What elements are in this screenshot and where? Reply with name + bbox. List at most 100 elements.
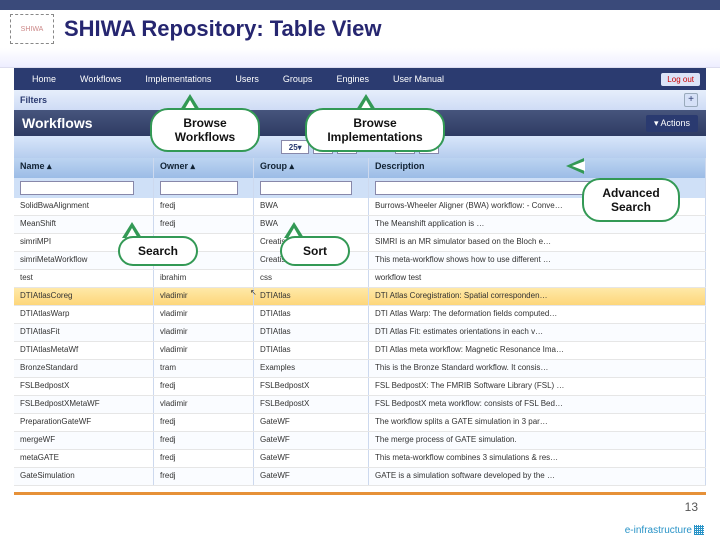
callout-browse-workflows: Browse Workflows	[150, 108, 260, 152]
col-owner[interactable]: Owner ▴	[154, 158, 254, 178]
cell-desc: FSL BedpostX meta workflow: consists of …	[369, 396, 706, 413]
logout-link[interactable]: Log out	[661, 73, 700, 86]
cell-group: Examples	[254, 360, 369, 377]
col-group[interactable]: Group ▴	[254, 158, 369, 178]
table-row[interactable]: BronzeStandardtramExamplesThis is the Br…	[14, 360, 706, 378]
nav-manual[interactable]: User Manual	[381, 70, 456, 88]
table-row[interactable]: DTIAtlasMetaWfvladimirDTIAtlasDTI Atlas …	[14, 342, 706, 360]
cell-name: GateSimulation	[14, 468, 154, 485]
cell-owner: vladimir	[154, 306, 254, 323]
cell-desc: This meta-workflow shows how to use diff…	[369, 252, 706, 269]
table-row[interactable]: FSLBedpostXMetaWFvladimirFSLBedpostXFSL …	[14, 396, 706, 414]
filter-name-input[interactable]	[20, 181, 134, 195]
page-size-select[interactable]: 25 ▾	[281, 140, 309, 154]
table-row[interactable]: metaGATEfredjGateWFThis meta-workflow co…	[14, 450, 706, 468]
cell-desc: workflow test	[369, 270, 706, 287]
filter-owner-input[interactable]	[160, 181, 238, 195]
cell-name: BronzeStandard	[14, 360, 154, 377]
cell-name: test	[14, 270, 154, 287]
cell-owner: fredj	[154, 198, 254, 215]
slide-number: 13	[685, 500, 698, 514]
table-row[interactable]: DTIAtlasCoregvladimirDTIAtlasDTI Atlas C…	[14, 288, 706, 306]
cell-desc: DTI Atlas meta workflow: Magnetic Resona…	[369, 342, 706, 359]
callout-tail	[566, 158, 584, 174]
actions-label: Actions	[660, 118, 690, 128]
cell-owner: vladimir	[154, 324, 254, 341]
cell-name: PreparationGateWF	[14, 414, 154, 431]
cell-owner: fredj	[154, 432, 254, 449]
cell-group: GateWF	[254, 414, 369, 431]
cell-desc: DTI Atlas Coregistration: Spatial corres…	[369, 288, 706, 305]
cell-name: DTIAtlasFit	[14, 324, 154, 341]
cell-group: css	[254, 270, 369, 287]
cell-desc: GATE is a simulation software developed …	[369, 468, 706, 485]
cell-owner: vladimir	[154, 342, 254, 359]
cell-owner: vladimir	[154, 396, 254, 413]
table-row[interactable]: GateSimulationfredjGateWFGATE is a simul…	[14, 468, 706, 486]
cell-owner: fredj	[154, 378, 254, 395]
callout-sort: Sort	[280, 236, 350, 266]
cell-group: DTIAtlas	[254, 306, 369, 323]
cell-owner: ibrahim	[154, 270, 254, 287]
cell-group: DTIAtlas	[254, 324, 369, 341]
cell-group: DTIAtlas	[254, 288, 369, 305]
table-body: SolidBwaAlignmentfredjBWABurrows-Wheeler…	[14, 198, 706, 486]
cell-owner: fredj	[154, 450, 254, 467]
table-row[interactable]: DTIAtlasFitvladimirDTIAtlasDTI Atlas Fit…	[14, 324, 706, 342]
cell-owner: fredj	[154, 216, 254, 233]
nav-engines[interactable]: Engines	[324, 70, 381, 88]
callout-search: Search	[118, 236, 198, 266]
cell-desc: This meta-workflow combines 3 simulation…	[369, 450, 706, 467]
cell-desc: DTI Atlas Warp: The deformation fields c…	[369, 306, 706, 323]
cell-desc: This is the Bronze Standard workflow. It…	[369, 360, 706, 377]
cursor-icon: ↖	[250, 288, 257, 297]
cell-group: BWA	[254, 198, 369, 215]
cell-group: DTIAtlas	[254, 342, 369, 359]
cell-owner: tram	[154, 360, 254, 377]
cell-name: FSLBedpostXMetaWF	[14, 396, 154, 413]
cell-name: DTIAtlasMetaWf	[14, 342, 154, 359]
filters-label: Filters	[20, 95, 47, 105]
table-row[interactable]: mergeWFfredjGateWFThe merge process of G…	[14, 432, 706, 450]
cell-name: mergeWF	[14, 432, 154, 449]
callout-browse-implementations: Browse Implementations	[305, 108, 445, 152]
shiwa-logo: SHIWA	[10, 14, 54, 44]
page-title: SHIWA Repository: Table View	[64, 16, 381, 42]
title-bar: SHIWA SHIWA Repository: Table View	[0, 10, 720, 48]
cell-group: FSLBedpostX	[254, 378, 369, 395]
gradient-bar	[0, 48, 720, 68]
column-headers: Name ▴ Owner ▴ Group ▴ Description	[14, 158, 706, 178]
cell-owner: fredj	[154, 414, 254, 431]
col-name[interactable]: Name ▴	[14, 158, 154, 178]
cell-desc: DTI Atlas Fit: estimates orientations in…	[369, 324, 706, 341]
slide-top-border	[0, 0, 720, 10]
cell-owner: vladimir	[154, 288, 254, 305]
footer-bar	[14, 492, 706, 495]
cell-group: BWA	[254, 216, 369, 233]
brand-label: e-infrastructure	[625, 525, 704, 536]
actions-menu[interactable]: ▾ Actions	[646, 115, 698, 132]
callout-advanced-search: Advanced Search	[582, 178, 680, 222]
table-row[interactable]: testibrahimcssworkflow test	[14, 270, 706, 288]
einfra-icon	[694, 525, 704, 535]
nav-implementations[interactable]: Implementations	[133, 70, 223, 88]
add-filter-button[interactable]: +	[684, 93, 698, 107]
cell-name: metaGATE	[14, 450, 154, 467]
cell-group: GateWF	[254, 450, 369, 467]
table-row[interactable]: PreparationGateWFfredjGateWFThe workflow…	[14, 414, 706, 432]
nav-workflows[interactable]: Workflows	[68, 70, 133, 88]
cell-desc: The workflow splits a GATE simulation in…	[369, 414, 706, 431]
main-nav: Home Workflows Implementations Users Gro…	[14, 68, 706, 90]
nav-users[interactable]: Users	[223, 70, 271, 88]
cell-desc: FSL BedpostX: The FMRIB Software Library…	[369, 378, 706, 395]
col-desc[interactable]: Description	[369, 158, 706, 178]
filter-group-input[interactable]	[260, 181, 352, 195]
nav-groups[interactable]: Groups	[271, 70, 325, 88]
table-row[interactable]: FSLBedpostXfredjFSLBedpostXFSL BedpostX:…	[14, 378, 706, 396]
cell-group: FSLBedpostX	[254, 396, 369, 413]
table-row[interactable]: DTIAtlasWarpvladimirDTIAtlasDTI Atlas Wa…	[14, 306, 706, 324]
cell-name: FSLBedpostX	[14, 378, 154, 395]
cell-owner: fredj	[154, 468, 254, 485]
nav-home[interactable]: Home	[20, 70, 68, 88]
cell-group: GateWF	[254, 432, 369, 449]
